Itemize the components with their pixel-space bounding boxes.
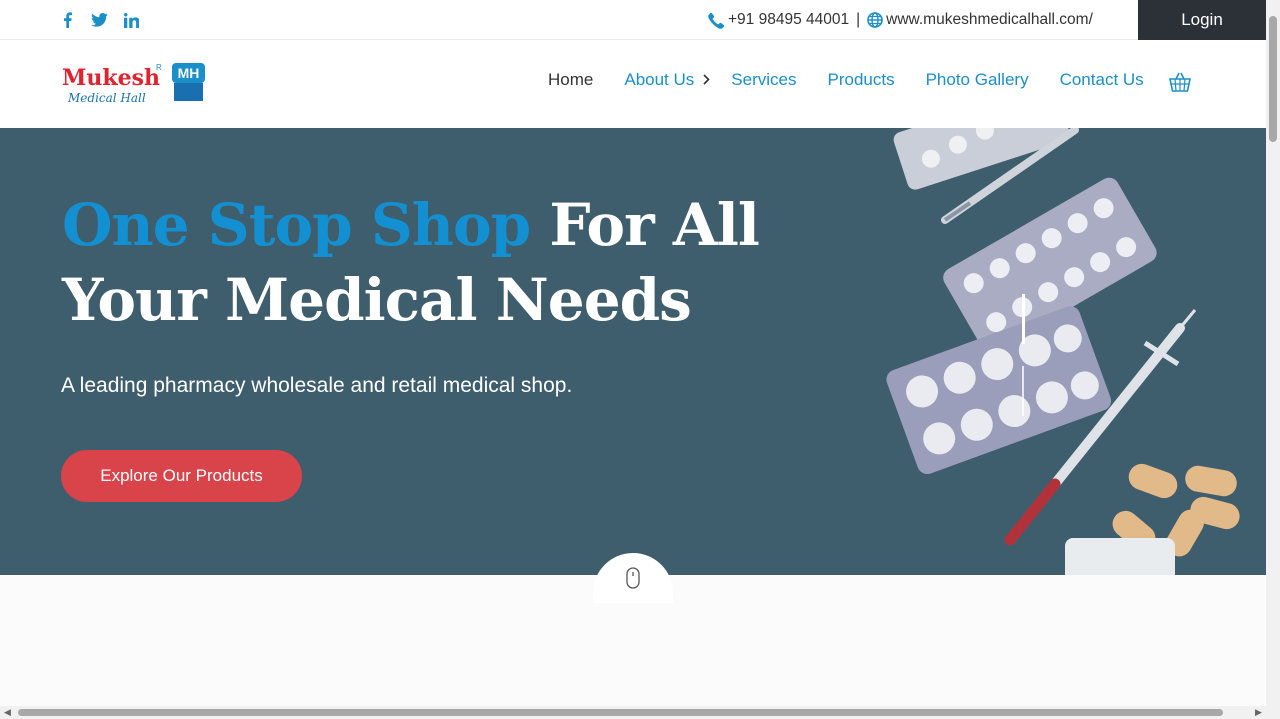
logo-mark-text: MH (178, 65, 200, 81)
vertical-scrollbar[interactable] (1266, 0, 1280, 706)
slider-indicator-active[interactable] (1022, 294, 1025, 344)
slider-indicator[interactable] (1022, 366, 1024, 416)
phone-icon (708, 12, 725, 29)
mouse-scroll-icon[interactable] (626, 567, 640, 594)
scroll-right-icon[interactable]: ▶ (1255, 707, 1262, 718)
logo-subtext: Medical Hall (67, 91, 146, 105)
nav-photo-gallery[interactable]: Photo Gallery (926, 70, 1029, 90)
horizontal-scrollbar[interactable]: ◀ ▶ (0, 706, 1280, 719)
nav-home[interactable]: Home (548, 70, 593, 90)
nav-products[interactable]: Products (827, 70, 894, 90)
nav-services[interactable]: Services (731, 70, 796, 90)
contact-info: +91 98495 44001 | www.mukeshmedicalhall.… (708, 11, 1093, 29)
medicine-illustration (886, 128, 1240, 575)
hero-banner: One Stop Shop For All Your Medical Needs… (0, 128, 1266, 575)
logo-mark: MH (172, 63, 205, 101)
chevron-right-icon[interactable] (703, 73, 710, 88)
social-links (58, 10, 140, 30)
logo-text: Mukesh (62, 65, 160, 91)
globe-icon (867, 12, 883, 28)
facebook-icon[interactable] (58, 10, 76, 30)
hero-tagline: A leading pharmacy wholesale and retail … (61, 374, 573, 397)
site-logo[interactable]: Mukesh R Medical Hall MH (62, 61, 212, 107)
basket-icon[interactable] (1168, 71, 1192, 98)
headline-highlight: One Stop Shop (62, 191, 531, 259)
contact-separator: | (856, 11, 861, 28)
linkedin-icon[interactable] (122, 10, 140, 30)
vertical-scroll-thumb[interactable] (1269, 16, 1277, 142)
nav-contact[interactable]: Contact Us (1060, 70, 1144, 90)
nav-about[interactable]: About Us (624, 70, 694, 90)
hero-headline: One Stop Shop For All Your Medical Needs (62, 188, 882, 338)
top-bar: +91 98495 44001 | www.mukeshmedicalhall.… (0, 0, 1266, 40)
main-nav: Home About Us Services Products Photo Ga… (548, 70, 1175, 90)
website-link[interactable]: www.mukeshmedicalhall.com/ (886, 11, 1093, 29)
explore-products-button[interactable]: Explore Our Products (61, 450, 302, 502)
horizontal-scroll-thumb[interactable] (18, 709, 1223, 716)
scroll-left-icon[interactable]: ◀ (4, 707, 11, 718)
site-header: Mukesh R Medical Hall MH Home About Us S… (0, 41, 1266, 128)
logo-registered: R (156, 63, 162, 72)
login-button[interactable]: Login (1138, 0, 1266, 40)
twitter-icon[interactable] (90, 10, 108, 30)
phone-number[interactable]: +91 98495 44001 (728, 11, 849, 29)
